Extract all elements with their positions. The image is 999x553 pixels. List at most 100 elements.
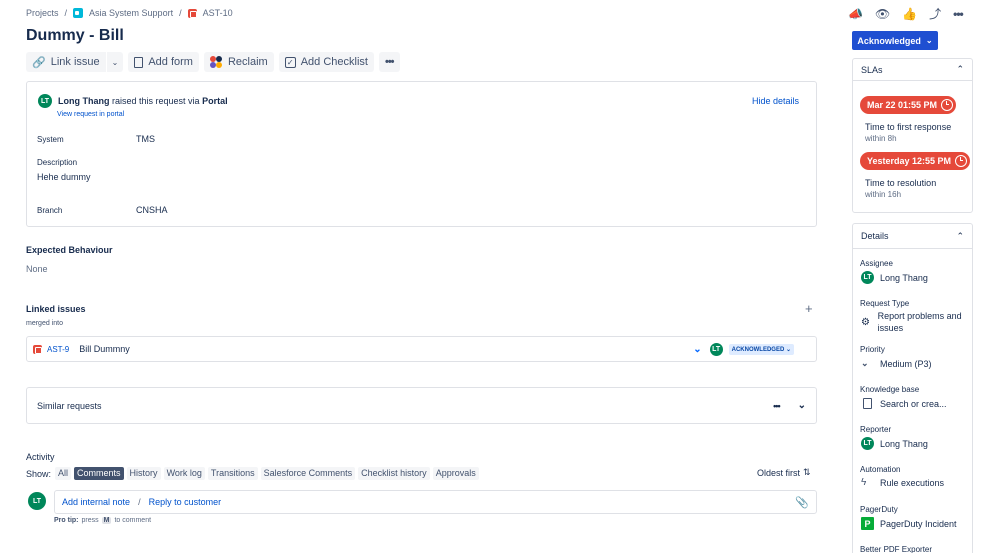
add-form-button[interactable]: Add form [128, 52, 199, 72]
avatar[interactable]: LT [709, 342, 723, 356]
reporter-field[interactable]: LT Long Thang [861, 437, 928, 450]
comment-box[interactable]: Add internal note / Reply to customer 📎 [54, 490, 817, 514]
add-linked-issue-button[interactable]: + [805, 301, 813, 316]
tab-transitions[interactable]: Transitions [207, 467, 258, 480]
field-value-system: TMS [136, 134, 155, 144]
tab-history[interactable]: History [126, 467, 161, 480]
pro-tip: Pro tip: press M to comment [54, 517, 151, 524]
form-icon [134, 56, 144, 68]
book-icon [863, 398, 872, 409]
share-icon[interactable]: ⤴ [929, 5, 941, 22]
field-value-branch: CNSHA [136, 205, 168, 215]
request-details-card: LT Long Thang raised this request via Po… [26, 81, 817, 227]
issue-actions: 📣 👁 👍 ⤴ ••• [848, 5, 964, 22]
status-transition-label: Acknowledged [857, 35, 921, 46]
clock-icon [955, 155, 968, 167]
checklist-icon: ✓ [284, 56, 296, 68]
add-checklist-button[interactable]: ✓ Add Checklist [278, 52, 374, 72]
tab-comments[interactable]: Comments [74, 467, 124, 480]
sla-timer-badge: Yesterday 12:55 PM [860, 152, 971, 170]
request-channel: Portal [202, 96, 228, 106]
attachment-icon[interactable]: 📎 [795, 496, 809, 509]
issue-type-icon [33, 344, 42, 354]
request-type-field[interactable]: ⚙ Report problems and issues [861, 310, 969, 334]
breadcrumb-project[interactable]: Asia System Support [89, 8, 173, 18]
sort-order-button[interactable]: Oldest first ⇅ [757, 467, 811, 478]
tab-approvals[interactable]: Approvals [432, 467, 479, 480]
reclaim-button[interactable]: Reclaim [203, 52, 274, 72]
pro-tip-label: Pro tip: [54, 517, 79, 524]
linked-issue-key[interactable]: AST-9 [47, 345, 69, 354]
project-icon [73, 8, 84, 18]
reclaim-label: Reclaim [227, 56, 268, 68]
chevron-up-icon[interactable]: ⌃ [956, 64, 964, 75]
similar-requests-title: Similar requests [37, 400, 102, 411]
similar-requests-card: Similar requests ••• ⌄ [26, 387, 817, 424]
more-actions-button[interactable]: ••• [378, 52, 400, 72]
chevron-down-icon: ⌄ [111, 57, 119, 67]
similar-more-button[interactable]: ••• [773, 401, 781, 411]
sla-time: Yesterday 12:55 PM [867, 156, 952, 166]
request-reporter[interactable]: Long Thang [58, 96, 110, 106]
page-title[interactable]: Dummy - Bill [26, 27, 124, 45]
breadcrumb: Projects / Asia System Support / AST-10 [26, 8, 233, 18]
avatar: LT [28, 492, 46, 510]
pro-tip-rest: to comment [114, 517, 152, 524]
tab-work-log[interactable]: Work log [163, 467, 205, 480]
field-label-system: System [37, 135, 64, 144]
reporter-value: Long Thang [880, 438, 928, 449]
linked-issue-summary[interactable]: Bill Dummny [79, 344, 130, 354]
reporter-label: Reporter [860, 425, 892, 434]
hide-details-link[interactable]: Hide details [752, 96, 799, 106]
pagerduty-icon: P [861, 517, 874, 530]
link-issue-label: Link issue [50, 56, 100, 68]
activity-filter-tabs: Show: All Comments History Work log Tran… [26, 467, 482, 480]
eye-icon[interactable]: 👁 [875, 7, 890, 21]
knowledge-base-field[interactable]: Search or crea... [861, 398, 947, 409]
toolbar: 🔗 Link issue ⌄ Add form Reclaim ✓ Add Ch… [26, 52, 400, 72]
request-raised-line: Long Thang raised this request via Porta… [58, 96, 228, 106]
field-label-branch: Branch [37, 206, 63, 215]
breadcrumb-separator: / [64, 8, 68, 18]
chevron-up-icon[interactable]: ⌃ [956, 231, 964, 242]
sla-goal: within 8h [865, 134, 897, 143]
slas-panel: SLAs ⌃ Mar 22 01:55 PM Time to first res… [852, 58, 973, 213]
issue-type-icon [187, 8, 197, 18]
chevron-down-icon[interactable]: ⌄ [798, 400, 806, 411]
reclaim-icon [209, 55, 223, 69]
link-issue-button[interactable]: 🔗 Link issue [26, 52, 106, 72]
tab-checklist-history[interactable]: Checklist history [358, 467, 430, 480]
reply-to-customer-link[interactable]: Reply to customer [149, 497, 222, 507]
avatar[interactable]: LT [38, 94, 52, 108]
sla-item: Mar 22 01:55 PM Time to first response w… [860, 96, 957, 143]
status-badge-label: ACKNOWLEDGED [731, 346, 785, 353]
status-transition-button[interactable]: Acknowledged ⌄ [852, 31, 938, 50]
add-internal-note-link[interactable]: Add internal note [62, 497, 130, 507]
pro-tip-press: press [81, 517, 99, 524]
assignee-value: Long Thang [880, 272, 928, 283]
megaphone-icon[interactable]: 📣 [848, 7, 863, 21]
breadcrumb-issue-key[interactable]: AST-10 [203, 8, 233, 18]
details-panel: Details ⌃ Assignee LT Long Thang Request… [852, 223, 973, 553]
expected-behaviour-value[interactable]: None [26, 264, 48, 274]
thumbs-up-icon[interactable]: 👍 [902, 7, 917, 21]
priority-field[interactable]: ⌄ Medium (P3) [861, 358, 932, 369]
view-in-portal-link[interactable]: View request in portal [57, 111, 124, 118]
link-issue-dropdown[interactable]: ⌄ [106, 52, 124, 72]
automation-field[interactable]: ϟ Rule executions [861, 477, 944, 488]
sla-time: Mar 22 01:55 PM [867, 100, 938, 110]
more-icon[interactable]: ••• [953, 7, 964, 21]
priority-low-icon: ⌄ [693, 343, 702, 355]
assignee-label: Assignee [860, 259, 893, 268]
pdf-exporter-label: Better PDF Exporter [860, 545, 933, 553]
expected-behaviour-title: Expected Behaviour [26, 245, 113, 255]
linked-issue-row[interactable]: AST-9 Bill Dummny ⌄ LT ACKNOWLEDGED ⌄ [26, 336, 817, 362]
more-icon: ••• [384, 56, 395, 68]
pagerduty-field[interactable]: P PagerDuty Incident [861, 517, 957, 530]
status-badge[interactable]: ACKNOWLEDGED ⌄ [728, 343, 794, 355]
breadcrumb-projects[interactable]: Projects [26, 8, 59, 18]
assignee-field[interactable]: LT Long Thang [861, 271, 928, 284]
tab-salesforce-comments[interactable]: Salesforce Comments [260, 467, 356, 480]
breadcrumb-separator: / [179, 8, 182, 18]
tab-all[interactable]: All [55, 467, 72, 480]
